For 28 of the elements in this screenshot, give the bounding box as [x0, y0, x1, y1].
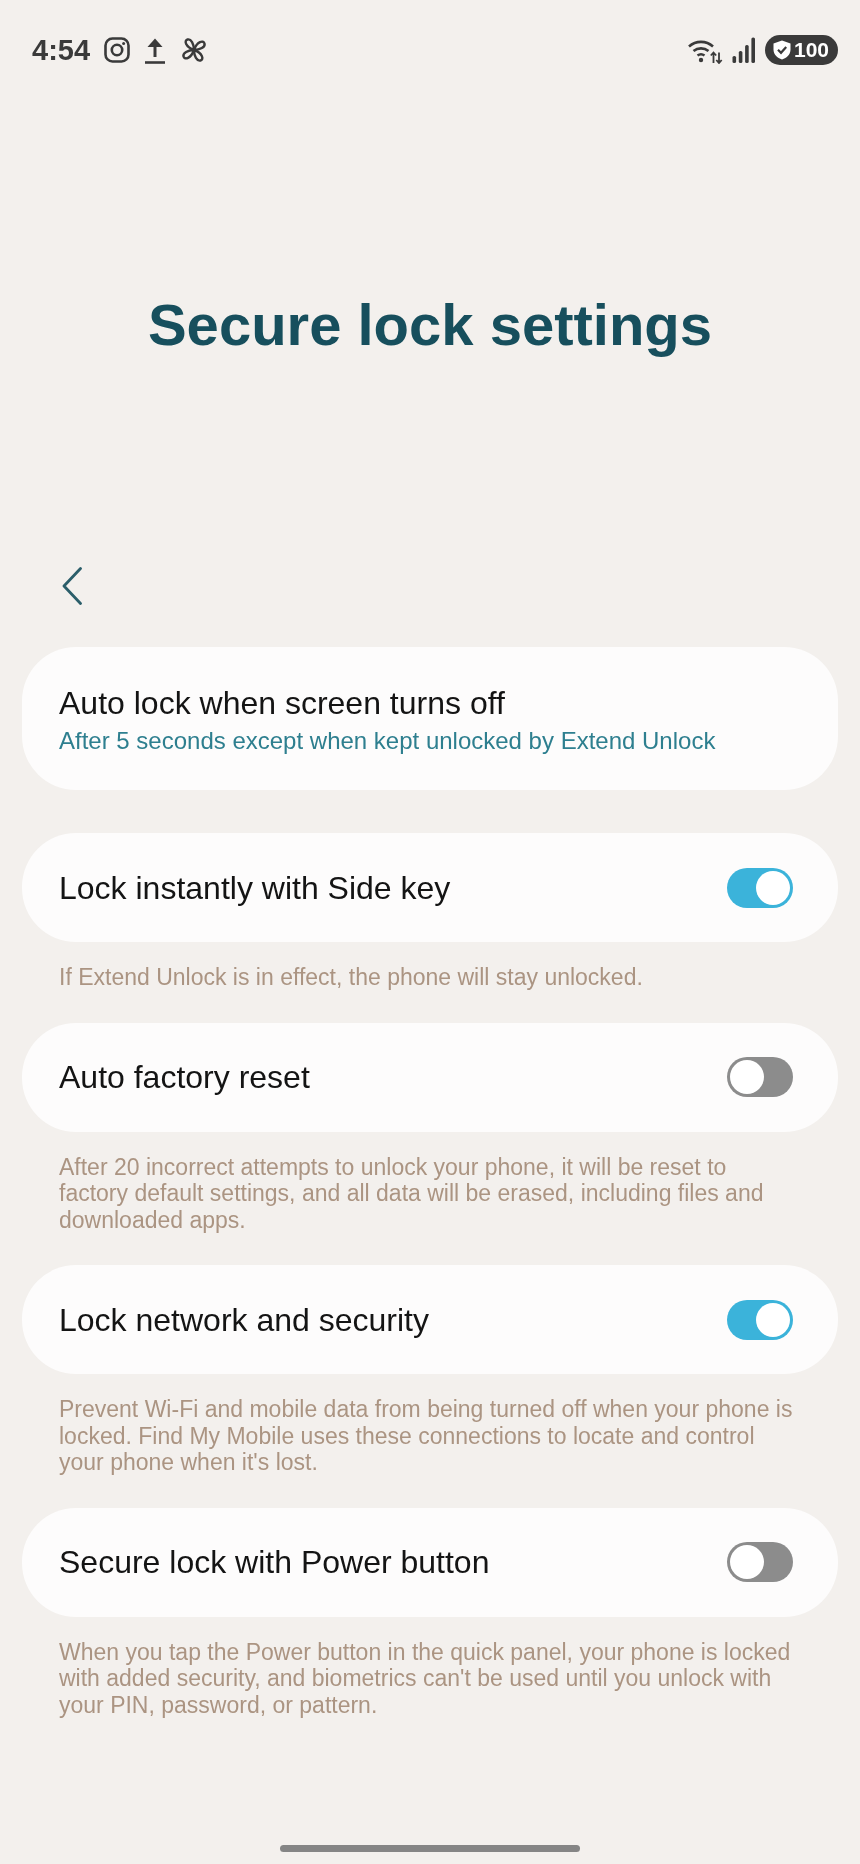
setting-row[interactable]: Secure lock with Power button [22, 1507, 838, 1617]
shield-icon [772, 40, 791, 60]
toggle-switch[interactable] [727, 1299, 793, 1340]
setting-row[interactable]: Lock instantly with Side key [22, 833, 838, 942]
setting-title: Secure lock with Power button [59, 1543, 490, 1581]
toggle-switch[interactable] [727, 1542, 793, 1582]
setting-title: Lock network and security [59, 1300, 429, 1339]
back-icon [61, 567, 83, 605]
toggle-switch[interactable] [727, 1057, 793, 1097]
signal-icon [731, 37, 756, 63]
setting-row[interactable]: Auto lock when screen turns off After 5 seconds except when kept unlocked by Extend Unlock [22, 647, 838, 790]
setting-title: Auto factory reset [59, 1058, 310, 1096]
upload-icon [144, 36, 167, 64]
status-time: 4:54 [32, 33, 91, 67]
setting-description: When you tap the Power button in the quick panel, your phone is locked with added security, and biometrics can't be used until you unlock with your PIN, password, or pattern. [58, 1637, 792, 1718]
setting-row[interactable]: Auto factory reset [22, 1022, 838, 1132]
setting-title: Auto lock when screen turns off [59, 684, 505, 722]
camera-icon [104, 37, 131, 63]
setting-value: After 5 seconds except when kept unlocked by Extend Unlock [59, 726, 716, 756]
page-title: Secure lock settings [147, 291, 713, 359]
setting-description: Prevent Wi-Fi and mobile data from being turned off when your phone is locked. Find My Mobile uses these connections to locate and control your phone when it's lost. [58, 1395, 794, 1476]
toggle-switch[interactable] [727, 867, 793, 908]
setting-description: If Extend Unlock is in effect, the phone will stay unlocked. [58, 963, 644, 991]
pinwheel-icon [180, 36, 209, 64]
setting-description: After 20 incorrect attempts to unlock your phone, it will be reset to factory default settings, and all data will be erased, including files and downloaded apps. [58, 1152, 765, 1233]
setting-title: Lock instantly with Side key [59, 868, 451, 907]
setting-row[interactable]: Lock network and security [22, 1265, 838, 1374]
battery-level: 100 [793, 38, 829, 62]
